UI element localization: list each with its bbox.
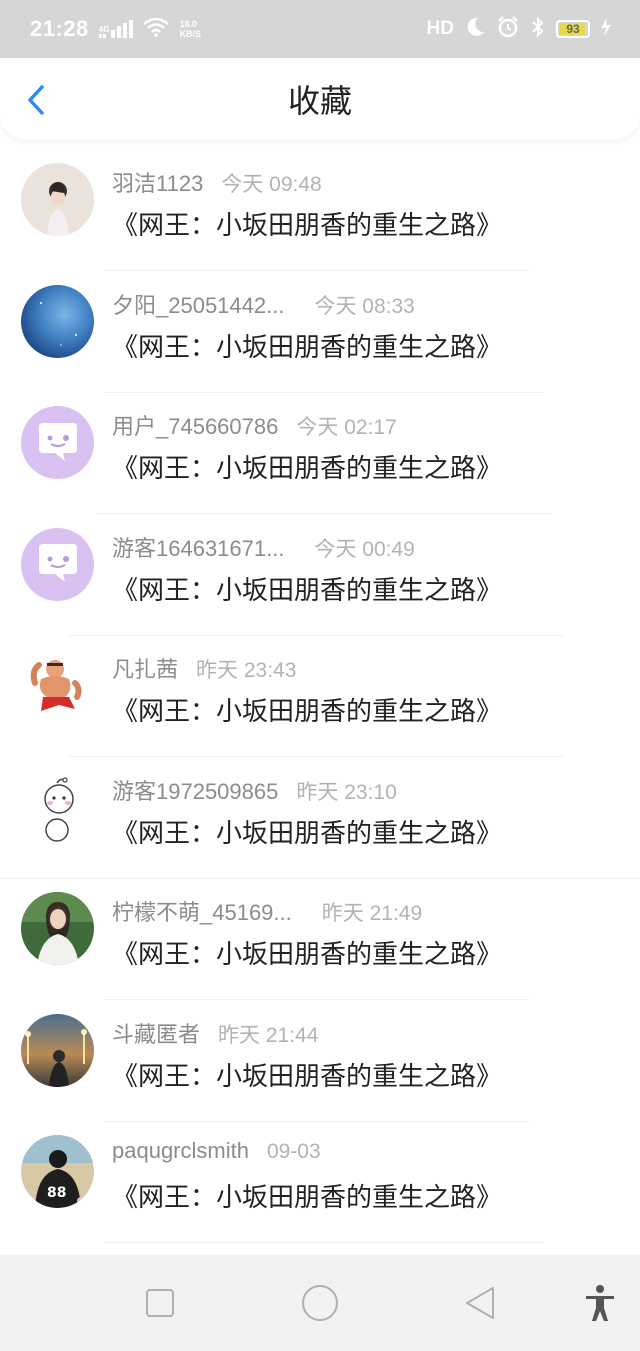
avatar <box>21 163 94 236</box>
status-right: HD 93 <box>427 15 612 44</box>
book-title: 《网王：小坂田朋香的重生之路》 <box>112 574 503 605</box>
book-title: 《网王：小坂田朋香的重生之路》 <box>112 210 503 240</box>
chevron-left-icon <box>28 85 44 115</box>
accessibility-button[interactable] <box>580 1283 620 1323</box>
avatar <box>21 406 94 479</box>
item-meta: 游客1972509865 昨天 23:10 <box>112 774 397 806</box>
avatar <box>21 649 94 722</box>
app-header: 收藏 <box>0 58 640 140</box>
item-meta: 游客164631671... 今天 00:49 <box>112 531 415 563</box>
status-time: 21:28 <box>30 16 89 41</box>
item-meta: 用户_745660786 今天 02:17 <box>112 409 397 441</box>
chat-bubble-icon <box>38 422 77 461</box>
list-item[interactable]: 羽洁1123 今天 09:48 《网王：小坂田朋香的重生之路》 <box>0 150 640 271</box>
timestamp: 昨天 21:49 <box>321 902 423 925</box>
list-item[interactable]: 88 paqugrclsmith 09-03 《网王：小坂田朋香的重生之路》 <box>0 1122 640 1243</box>
square-icon <box>146 1289 174 1317</box>
timestamp: 昨天 23:10 <box>296 780 397 804</box>
avatar <box>21 892 94 965</box>
back-nav-button[interactable] <box>460 1283 500 1323</box>
item-meta: paqugrclsmith 09-03 <box>112 1138 321 1164</box>
back-button[interactable] <box>18 82 54 118</box>
username: paqugrclsmith <box>112 1138 249 1163</box>
timestamp: 今天 02:17 <box>296 416 397 439</box>
username: 斗藏匿者 <box>112 1021 201 1047</box>
list-item[interactable]: 柠檬不萌_45169... 昨天 21:49 《网王：小坂田朋香的重生之路》 <box>0 879 640 1000</box>
book-title: 《网王：小坂田朋香的重生之路》 <box>112 817 503 848</box>
network-type: 4G <box>98 25 110 34</box>
recents-button[interactable] <box>140 1283 180 1323</box>
book-title: 《网王：小坂田朋香的重生之路》 <box>112 939 503 969</box>
chat-bubble-icon <box>38 544 77 582</box>
avatar <box>21 770 94 844</box>
list-item[interactable]: 用户_745660786 今天 02:17 《网王：小坂田朋香的重生之路》 <box>0 393 640 514</box>
avatar: 88 <box>21 1135 94 1208</box>
username: 羽洁1123 <box>112 171 204 196</box>
status-bar: 21:28 4G 18.0 KB/S HD 93 <box>0 0 640 58</box>
network-speed: 18.0 KB/S <box>179 19 201 39</box>
username: 游客164631671... <box>112 535 285 561</box>
username: 夕阳_25051442... <box>112 292 285 318</box>
avatar <box>21 1013 94 1087</box>
username: 游客1972509865 <box>112 778 279 804</box>
svg-text:88: 88 <box>47 1185 66 1201</box>
circle-icon <box>302 1285 338 1321</box>
avatar <box>21 284 94 358</box>
book-title: 《网王：小坂田朋香的重生之路》 <box>112 453 503 483</box>
item-meta: 夕阳_25051442... 今天 08:33 <box>112 288 415 320</box>
charging-icon <box>600 17 612 41</box>
book-title: 《网王：小坂田朋香的重生之路》 <box>112 696 503 726</box>
signal-icon: 4G <box>98 20 134 38</box>
username: 用户_745660786 <box>112 414 279 439</box>
wifi-icon <box>143 17 170 42</box>
battery-icon: 93 <box>556 20 590 38</box>
timestamp: 今天 09:48 <box>221 173 322 196</box>
alarm-icon <box>496 15 520 44</box>
page-title: 收藏 <box>287 83 352 119</box>
hd-indicator: HD <box>426 18 454 39</box>
username: 柠檬不萌_45169... <box>112 900 292 925</box>
list-item[interactable]: 游客164631671... 今天 00:49 《网王：小坂田朋香的重生之路》 <box>0 515 640 636</box>
avatar <box>21 527 94 601</box>
timestamp: 昨天 23:43 <box>196 659 297 682</box>
timestamp: 今天 08:33 <box>314 294 415 318</box>
list-item[interactable]: 游客1972509865 昨天 23:10 《网王：小坂田朋香的重生之路》 <box>0 758 640 879</box>
book-title: 《网王：小坂田朋香的重生之路》 <box>112 331 503 362</box>
item-meta: 凡扎茜 昨天 23:43 <box>112 652 296 684</box>
list-item[interactable]: 凡扎茜 昨天 23:43 《网王：小坂田朋香的重生之路》 <box>0 636 640 757</box>
book-title: 《网王：小坂田朋香的重生之路》 <box>112 1060 503 1091</box>
list-item[interactable]: 夕阳_25051442... 今天 08:33 《网王：小坂田朋香的重生之路》 <box>0 272 640 393</box>
bluetooth-icon <box>530 16 546 43</box>
speed-unit: KB/S <box>179 29 201 39</box>
username: 凡扎茜 <box>112 657 179 682</box>
triangle-back-icon <box>466 1287 494 1319</box>
accessibility-icon <box>586 1285 614 1321</box>
home-button[interactable] <box>300 1283 340 1323</box>
moon-icon <box>464 16 486 43</box>
item-meta: 羽洁1123 今天 09:48 <box>112 166 322 198</box>
item-meta: 柠檬不萌_45169... 昨天 21:49 <box>112 895 422 927</box>
speed-value: 18.0 <box>179 19 197 29</box>
item-meta: 斗藏匿者 昨天 21:44 <box>112 1017 318 1049</box>
list-item[interactable]: 斗藏匿者 昨天 21:44 《网王：小坂田朋香的重生之路》 <box>0 1001 640 1122</box>
battery-percent: 93 <box>566 22 580 36</box>
timestamp: 09-03 <box>266 1140 321 1163</box>
book-title: 《网王：小坂田朋香的重生之路》 <box>112 1182 503 1212</box>
timestamp: 今天 00:49 <box>314 537 415 561</box>
timestamp: 昨天 21:44 <box>218 1023 319 1047</box>
system-nav-bar <box>0 1255 640 1351</box>
status-left: 21:28 4G 18.0 KB/S <box>30 16 201 42</box>
